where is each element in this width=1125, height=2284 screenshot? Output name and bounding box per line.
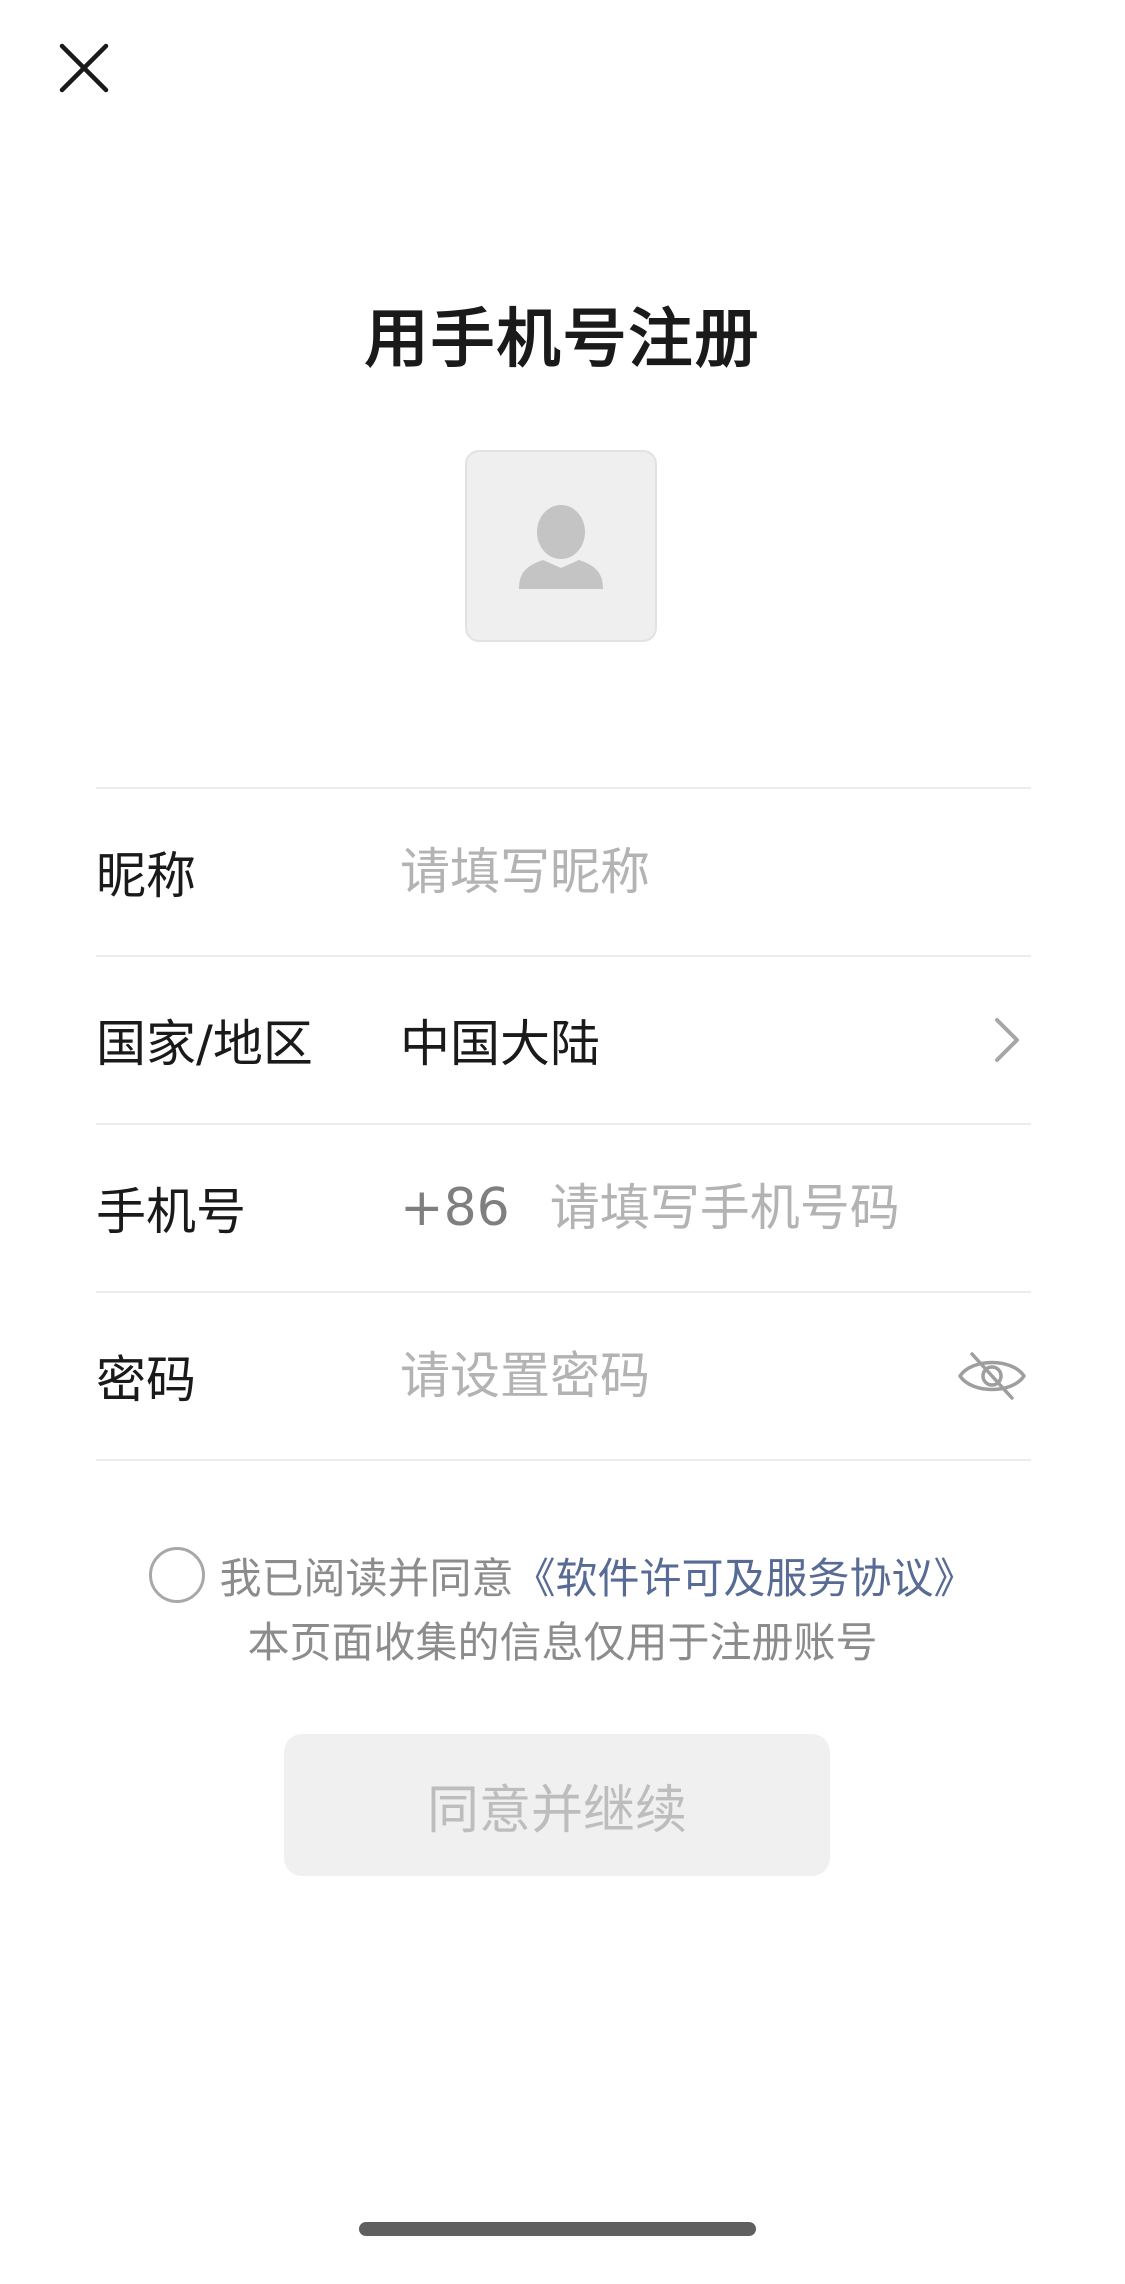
password-row: 密码 <box>96 1293 1031 1461</box>
eye-off-icon <box>958 1352 1026 1400</box>
nickname-label: 昵称 <box>96 847 196 905</box>
agree-continue-button[interactable]: 同意并继续 <box>284 1734 830 1876</box>
password-visibility-toggle[interactable] <box>955 1346 1029 1406</box>
nickname-input[interactable] <box>400 843 1031 901</box>
region-row[interactable]: 国家/地区 中国大陆 <box>96 957 1031 1125</box>
privacy-notice: 本页面收集的信息仅用于注册账号 <box>247 1618 878 1667</box>
agreement-line: 我已阅读并同意 《软件许可及服务协议》 <box>0 1540 1125 1610</box>
registration-form: 昵称 国家/地区 中国大陆 手机号 +86 密码 <box>96 787 1031 1461</box>
person-placeholder-icon <box>519 505 603 589</box>
agreement-link[interactable]: 《软件许可及服务协议》 <box>514 1545 976 1606</box>
phone-input[interactable] <box>549 1179 1031 1237</box>
agreement-prefix: 我已阅读并同意 <box>219 1553 514 1603</box>
password-input[interactable] <box>400 1347 955 1405</box>
nickname-row: 昵称 <box>96 789 1031 957</box>
phone-label: 手机号 <box>96 1183 246 1241</box>
chevron-right-icon <box>995 1018 1019 1062</box>
home-indicator <box>359 2222 756 2236</box>
region-label: 国家/地区 <box>96 1015 313 1073</box>
agreement-section: 我已阅读并同意 《软件许可及服务协议》 本页面收集的信息仅用于注册账号 <box>0 1540 1125 1676</box>
agree-checkbox[interactable] <box>149 1547 206 1603</box>
password-label: 密码 <box>96 1351 196 1409</box>
phone-field-wrap: +86 <box>400 1178 1031 1238</box>
close-icon <box>59 43 109 93</box>
avatar-upload[interactable] <box>465 450 657 642</box>
password-field-wrap <box>400 1346 1031 1406</box>
phone-row: 手机号 +86 <box>96 1125 1031 1293</box>
nickname-field-wrap <box>400 843 1031 901</box>
country-code: +86 <box>400 1178 510 1238</box>
close-button[interactable] <box>52 36 116 100</box>
page-title: 用手机号注册 <box>364 303 761 377</box>
region-field-wrap: 中国大陆 <box>400 1004 1031 1076</box>
region-value: 中国大陆 <box>400 1015 600 1073</box>
